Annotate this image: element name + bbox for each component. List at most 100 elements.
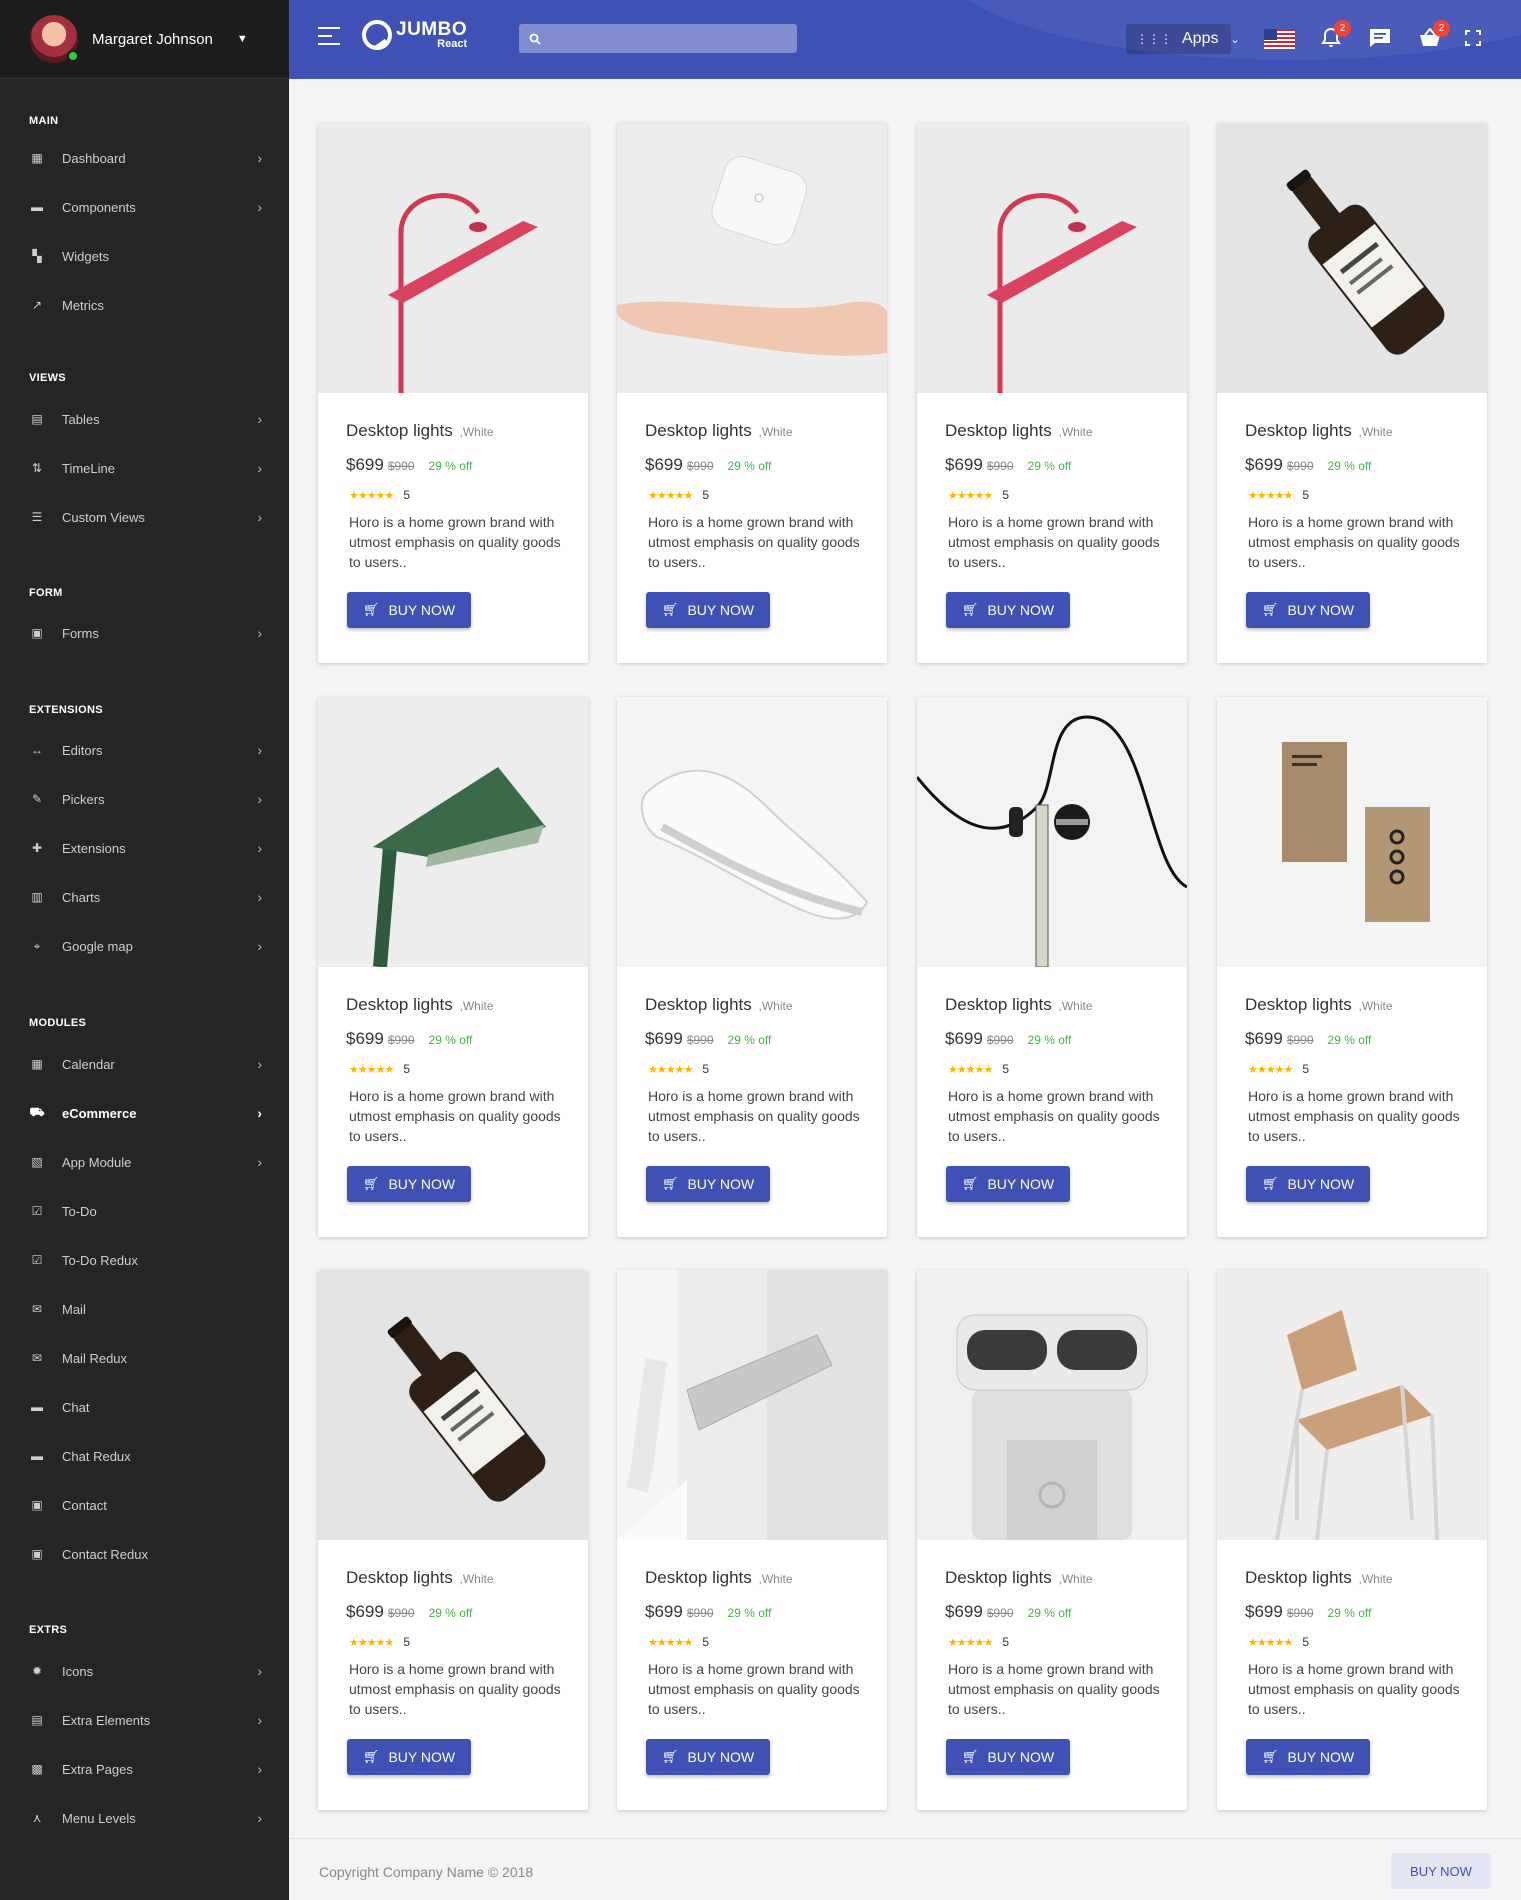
- buy-now-button[interactable]: 🛒︎ BUY NOW: [946, 592, 1070, 628]
- product-card: Desktop lights ,White $699 $990 29 % off…: [1217, 697, 1487, 1237]
- sidebar-section-header: EXTRS: [29, 1624, 68, 1636]
- sidebar-item-metrics[interactable]: ↗ Metrics: [0, 285, 289, 325]
- product-image[interactable]: [617, 123, 887, 393]
- sidebar-item-label: Mail Redux: [62, 1350, 128, 1366]
- buy-now-button[interactable]: 🛒︎ BUY NOW: [646, 1166, 770, 1202]
- buy-now-button[interactable]: 🛒︎ BUY NOW: [946, 1166, 1070, 1202]
- product-title-row: Desktop lights ,White: [945, 421, 1159, 441]
- footer-buy-now-button[interactable]: BUY NOW: [1391, 1853, 1491, 1889]
- sidebar-item-label: Widgets: [62, 248, 109, 264]
- discount-label: 29 % off: [1327, 1606, 1372, 1620]
- product-old-price: $990: [1286, 1033, 1314, 1047]
- product-image[interactable]: [917, 697, 1187, 967]
- sidebar-item-mail-redux[interactable]: ✉ Mail Redux: [0, 1338, 289, 1378]
- price-row: $699 $990 29 % off: [1245, 1029, 1459, 1049]
- sidebar-item-dashboard[interactable]: ▦ Dashboard ›: [0, 138, 289, 178]
- product-image[interactable]: [917, 123, 1187, 393]
- sidebar-item-mail[interactable]: ✉ Mail: [0, 1289, 289, 1329]
- product-name: Desktop lights: [1245, 995, 1352, 1014]
- sidebar-item-calendar[interactable]: ▦ Calendar ›: [0, 1044, 289, 1084]
- sidebar-item-label: To-Do Redux: [62, 1252, 138, 1268]
- sidebar-item-tables[interactable]: ▤ Tables ›: [0, 399, 289, 439]
- sidebar-item-custom-views[interactable]: ☰ Custom Views ›: [0, 497, 289, 537]
- product-variant: ,White: [758, 1572, 793, 1586]
- sidebar-item-ecommerce[interactable]: ⛟ eCommerce ›: [0, 1093, 289, 1133]
- sidebar-item-extra-pages[interactable]: ▩ Extra Pages ›: [0, 1749, 289, 1789]
- product-image[interactable]: [1217, 1270, 1487, 1540]
- sidebar-item-timeline[interactable]: ⇅ TimeLine ›: [0, 448, 289, 488]
- product-title-row: Desktop lights ,White: [346, 421, 560, 441]
- sidebar-item-components[interactable]: ▬ Components ›: [0, 187, 289, 227]
- chevron-right-icon: ›: [257, 1810, 262, 1826]
- buy-now-label: BUY NOW: [687, 602, 755, 618]
- sidebar-item-label: Chat: [62, 1399, 90, 1415]
- product-image[interactable]: [318, 697, 588, 967]
- product-card: Desktop lights ,White $699 $990 29 % off…: [617, 1270, 887, 1810]
- search-box[interactable]: [519, 24, 797, 53]
- sidebar-item-google-map[interactable]: ⌖ Google map ›: [0, 926, 289, 966]
- cart-badge: 2: [1433, 20, 1450, 37]
- sidebar-item-app-module[interactable]: ▧ App Module ›: [0, 1142, 289, 1182]
- rating-row: ★★★★★ 5: [945, 1635, 1159, 1649]
- buy-now-button[interactable]: 🛒︎ BUY NOW: [646, 592, 770, 628]
- sidebar-item-to-do[interactable]: ☑ To-Do: [0, 1191, 289, 1231]
- product-image[interactable]: [1217, 123, 1487, 393]
- buy-now-button[interactable]: 🛒︎ BUY NOW: [347, 1166, 471, 1202]
- sidebar-item-extensions[interactable]: ✚ Extensions ›: [0, 828, 289, 868]
- product-name: Desktop lights: [645, 1568, 752, 1587]
- buy-now-button[interactable]: 🛒︎ BUY NOW: [646, 1739, 770, 1775]
- product-image[interactable]: [617, 1270, 887, 1540]
- cart-button[interactable]: 2: [1418, 20, 1450, 50]
- sidebar-item-menu-levels[interactable]: ⋏ Menu Levels ›: [0, 1798, 289, 1838]
- product-price: $699: [645, 1602, 683, 1621]
- messages-button[interactable]: [1368, 26, 1392, 50]
- product-image[interactable]: [318, 123, 588, 393]
- menu-levels-icon: ⋏: [32, 1811, 42, 1825]
- sidebar-item-editors[interactable]: ↔ Editors ›: [0, 730, 289, 770]
- chevron-down-icon[interactable]: ▼: [237, 33, 248, 45]
- sidebar-item-chat[interactable]: ▬ Chat: [0, 1387, 289, 1427]
- sidebar-item-to-do-redux[interactable]: ☑ To-Do Redux: [0, 1240, 289, 1280]
- buy-now-button[interactable]: 🛒︎ BUY NOW: [1246, 1739, 1370, 1775]
- product-description: Horo is a home grown brand with utmost e…: [648, 1661, 860, 1717]
- product-old-price: $990: [986, 459, 1014, 473]
- search-input[interactable]: [549, 31, 789, 46]
- sidebar-item-label: Metrics: [62, 297, 104, 313]
- sidebar-item-contact[interactable]: ▣ Contact: [0, 1485, 289, 1525]
- apps-dropdown[interactable]: ⋮⋮⋮ Apps ⌄: [1126, 24, 1240, 54]
- brand-logo[interactable]: JUMBO React: [362, 20, 467, 50]
- buy-now-button[interactable]: 🛒︎ BUY NOW: [1246, 1166, 1370, 1202]
- fullscreen-icon[interactable]: [1461, 26, 1485, 50]
- product-old-price: $990: [686, 459, 714, 473]
- rating-row: ★★★★★ 5: [645, 1635, 859, 1649]
- sidebar-item-charts[interactable]: ▥ Charts ›: [0, 877, 289, 917]
- product-title-row: Desktop lights ,White: [945, 995, 1159, 1015]
- buy-now-button[interactable]: 🛒︎ BUY NOW: [347, 592, 471, 628]
- user-panel[interactable]: Margaret Johnson ▼: [0, 0, 289, 79]
- notifications-button[interactable]: 2: [1319, 20, 1351, 50]
- product-title-row: Desktop lights ,White: [1245, 995, 1459, 1015]
- sidebar-item-forms[interactable]: ▣ Forms ›: [0, 613, 289, 653]
- sidebar-item-widgets[interactable]: ▚ Widgets: [0, 236, 289, 276]
- rating-value: 5: [403, 1635, 410, 1649]
- price-row: $699 $990 29 % off: [346, 1029, 560, 1049]
- sidebar-item-chat-redux[interactable]: ▬ Chat Redux: [0, 1436, 289, 1476]
- product-image[interactable]: [617, 697, 887, 967]
- product-image[interactable]: [1217, 697, 1487, 967]
- rating-row: ★★★★★ 5: [1245, 1635, 1459, 1649]
- cart-icon: 🛒︎: [1261, 1749, 1279, 1764]
- sidebar-item-contact-redux[interactable]: ▣ Contact Redux: [0, 1534, 289, 1574]
- product-image[interactable]: [917, 1270, 1187, 1540]
- sidebar-item-pickers[interactable]: ✎ Pickers ›: [0, 779, 289, 819]
- sidebar-item-icons[interactable]: ✹ Icons ›: [0, 1651, 289, 1691]
- buy-now-button[interactable]: 🛒︎ BUY NOW: [946, 1739, 1070, 1775]
- chevron-right-icon: ›: [257, 150, 262, 166]
- buy-now-button[interactable]: 🛒︎ BUY NOW: [1246, 592, 1370, 628]
- sidebar-item-extra-elements[interactable]: ▤ Extra Elements ›: [0, 1700, 289, 1740]
- product-image[interactable]: [318, 1270, 588, 1540]
- us-flag-icon[interactable]: [1264, 29, 1295, 49]
- buy-now-button[interactable]: 🛒︎ BUY NOW: [347, 1739, 471, 1775]
- menu-toggle-icon[interactable]: [318, 27, 340, 45]
- folder-icon: ▬: [31, 200, 43, 214]
- widgets-icon: ▚: [32, 249, 42, 263]
